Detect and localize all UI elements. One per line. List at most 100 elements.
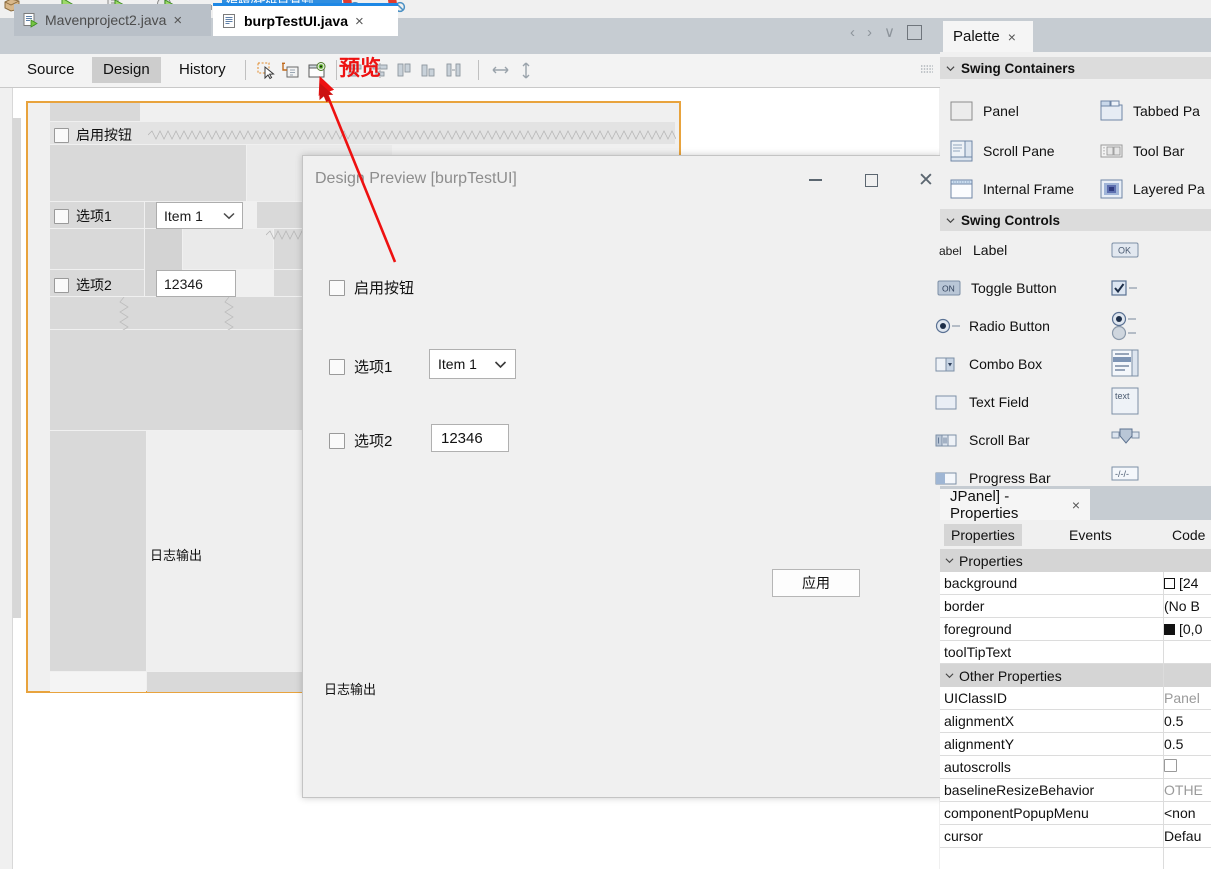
palette-item-tabbed-pane[interactable]: Tabbed Pa <box>1098 100 1200 122</box>
properties-section-other[interactable]: Other Properties <box>940 664 1211 687</box>
property-row-background[interactable]: background [24 <box>940 572 1211 595</box>
palette-item-slider[interactable] <box>1110 424 1140 446</box>
property-value[interactable]: Defau <box>1164 828 1201 844</box>
toolbar-divider <box>245 60 246 80</box>
palette-section-controls[interactable]: Swing Controls <box>940 209 1211 231</box>
checkbox-icon[interactable] <box>1164 759 1177 772</box>
property-name: border <box>944 598 985 614</box>
tab-design[interactable]: Design <box>92 57 161 83</box>
prop-tab-properties[interactable]: Properties <box>944 524 1022 546</box>
property-value[interactable]: [24 <box>1164 575 1198 591</box>
canvas-scroll-handle[interactable] <box>13 118 21 618</box>
resize-vertical-icon[interactable] <box>516 60 537 81</box>
canvas-checkbox-opt1[interactable]: 选项1 <box>54 206 112 226</box>
editor-tab-close-icon[interactable]: × <box>355 14 364 29</box>
dialog-apply-button[interactable]: 应用 <box>772 569 860 597</box>
dialog-text-field[interactable]: 12346 <box>431 424 509 452</box>
property-row-autoscrolls[interactable]: autoscrolls <box>940 756 1211 779</box>
canvas-combo-box[interactable]: Item 1 <box>156 202 243 229</box>
palette-item-tool-bar[interactable]: Tool Bar <box>1098 140 1184 162</box>
canvas-checkbox-enable[interactable]: 启用按钮 <box>54 125 132 145</box>
dialog-title-bar[interactable]: Design Preview [burpTestUI] ✕ <box>303 156 941 204</box>
tab-dropdown-icon[interactable]: ∨ <box>884 25 895 40</box>
palette-item-internal-frame[interactable]: Internal Frame <box>948 178 1074 200</box>
property-row-baselineresizebehavior[interactable]: baselineResizeBehavior OTHE <box>940 779 1211 802</box>
palette-item-radio-button[interactable]: Radio Button <box>934 315 1050 337</box>
palette-item-button-group[interactable] <box>1110 310 1136 341</box>
palette-section-containers[interactable]: Swing Containers <box>940 57 1211 79</box>
dialog-checkbox-enable[interactable]: 启用按钮 <box>329 277 414 298</box>
palette-item-scroll-pane[interactable]: Scroll Pane <box>948 140 1055 162</box>
chevron-down-icon <box>494 360 507 368</box>
editor-tab-close-icon[interactable]: × <box>173 13 182 28</box>
prop-tab-events[interactable]: Events <box>1062 524 1119 546</box>
editor-tab-mavenproject2[interactable]: Mavenproject2.java × <box>14 4 211 36</box>
design-preview-dialog[interactable]: Design Preview [burpTestUI] ✕ 启用按钮 选项1 I… <box>302 155 942 798</box>
palette-tab[interactable]: Palette × <box>943 21 1033 52</box>
property-row-alignmenty[interactable]: alignmentY 0.5 <box>940 733 1211 756</box>
palette-item-button[interactable]: OK <box>1110 239 1139 261</box>
editor-tab-burptestui[interactable]: burpTestUI.java × <box>213 3 398 36</box>
property-row-alignmentx[interactable]: alignmentX 0.5 <box>940 710 1211 733</box>
dialog-combo-box[interactable]: Item 1 <box>429 349 516 379</box>
palette-item-text-area[interactable]: text <box>1110 386 1139 415</box>
property-value[interactable]: <non <box>1164 805 1196 821</box>
tab-source[interactable]: Source <box>16 57 86 83</box>
align-top-icon[interactable] <box>394 60 415 81</box>
palette-close-icon[interactable]: × <box>1008 29 1016 45</box>
checkbox-box[interactable] <box>329 358 345 375</box>
align-bottom-icon[interactable] <box>418 60 439 81</box>
property-column-divider[interactable] <box>1163 572 1164 869</box>
palette-item-toggle-button[interactable]: ON Toggle Button <box>936 277 1057 299</box>
palette-item-check-box[interactable] <box>1110 277 1137 299</box>
property-row-componentpopupmenu[interactable]: componentPopupMenu <non <box>940 802 1211 825</box>
spring-indicator-horizontal <box>147 128 677 143</box>
preview-design-icon[interactable] <box>307 60 328 81</box>
dialog-maximize-button[interactable] <box>848 164 894 196</box>
palette-item-scroll-bar[interactable]: Scroll Bar <box>934 429 1030 451</box>
checkbox-box[interactable] <box>329 432 345 449</box>
canvas-text-field[interactable]: 12346 <box>156 270 236 297</box>
selection-mode-icon[interactable] <box>256 60 277 81</box>
checkbox-box[interactable] <box>54 127 69 143</box>
tab-history[interactable]: History <box>168 57 237 83</box>
palette-item-formatted-field[interactable]: -/-/- <box>1110 462 1139 484</box>
property-value[interactable]: (No B <box>1164 598 1200 614</box>
canvas-checkbox-opt2[interactable]: 选项2 <box>54 275 112 295</box>
properties-section-properties[interactable]: Properties <box>940 549 1211 572</box>
properties-close-icon[interactable]: × <box>1072 497 1080 513</box>
maximize-icon[interactable] <box>906 25 922 40</box>
space-horizontal-icon[interactable] <box>443 60 464 81</box>
canvas-gutter <box>0 88 13 869</box>
property-value[interactable] <box>1164 759 1177 775</box>
palette-item-layered-pane[interactable]: Layered Pa <box>1098 178 1205 200</box>
palette-item-list[interactable] <box>1110 348 1139 377</box>
chevron-down-icon <box>946 217 955 223</box>
resize-horizontal-icon[interactable] <box>490 60 511 81</box>
scroll-bar-icon <box>934 429 960 451</box>
palette-item-combo-box[interactable]: Combo Box <box>934 353 1042 375</box>
property-row-partial[interactable] <box>940 848 1211 869</box>
tab-back-icon[interactable]: ‹ <box>850 25 855 40</box>
property-value[interactable]: [0,0 <box>1164 621 1202 637</box>
property-value[interactable]: 0.5 <box>1164 713 1183 729</box>
property-value[interactable]: 0.5 <box>1164 736 1183 752</box>
checkbox-box[interactable] <box>54 277 69 293</box>
dialog-checkbox-opt1[interactable]: 选项1 <box>329 356 392 377</box>
dialog-checkbox-opt2[interactable]: 选项2 <box>329 430 392 451</box>
palette-item-text-field[interactable]: Text Field <box>934 391 1029 413</box>
tab-forward-icon[interactable]: › <box>867 25 872 40</box>
property-row-tooltiptext[interactable]: toolTipText <box>940 641 1211 664</box>
dialog-minimize-button[interactable] <box>792 164 838 196</box>
property-row-cursor[interactable]: cursor Defau <box>940 825 1211 848</box>
prop-tab-code[interactable]: Code <box>1165 524 1211 546</box>
palette-item-label[interactable]: abel Label <box>938 239 1007 261</box>
palette-item-panel[interactable]: Panel <box>948 100 1019 122</box>
property-row-uiclassid[interactable]: UIClassID Panel <box>940 687 1211 710</box>
properties-tab[interactable]: JPanel] - Properties × <box>940 488 1090 522</box>
property-row-foreground[interactable]: foreground [0,0 <box>940 618 1211 641</box>
checkbox-box[interactable] <box>54 208 69 224</box>
property-row-border[interactable]: border (No B <box>940 595 1211 618</box>
checkbox-box[interactable] <box>329 279 345 296</box>
connection-mode-icon[interactable] <box>280 60 301 81</box>
